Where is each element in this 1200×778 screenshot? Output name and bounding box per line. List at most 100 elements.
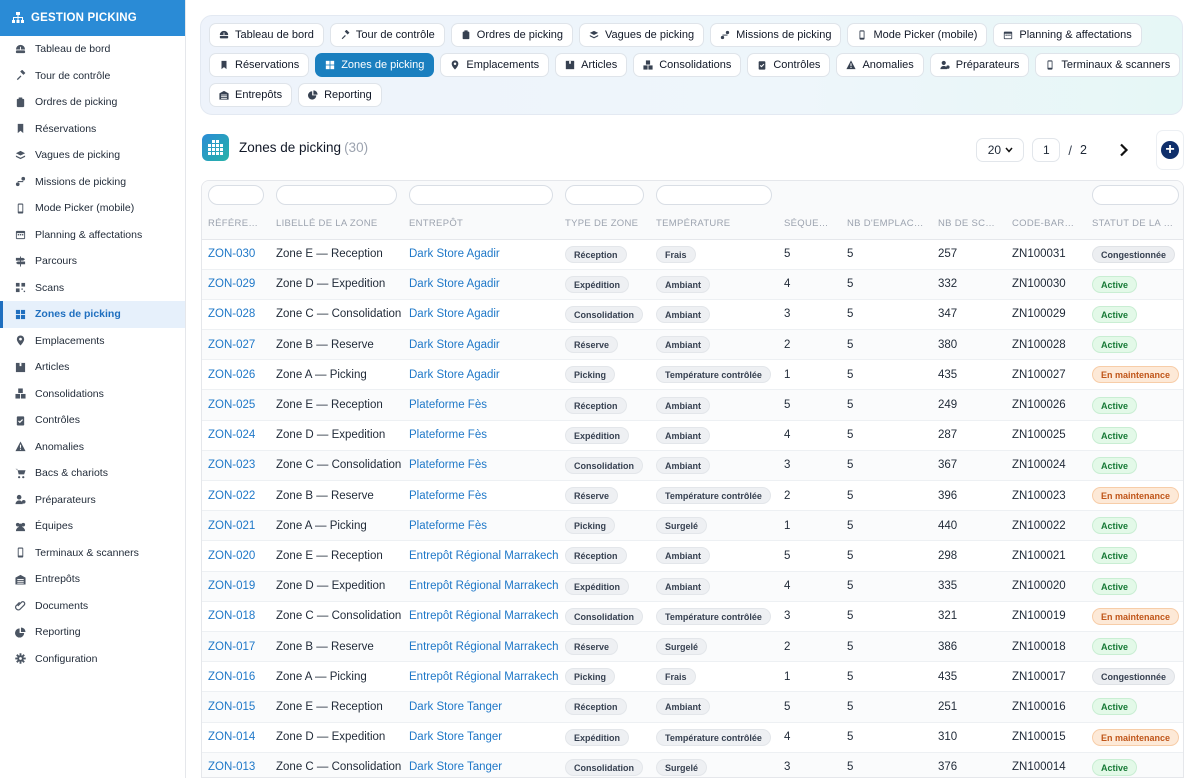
sidebar-item-anomalies[interactable]: Anomalies: [0, 434, 185, 461]
table-row[interactable]: ZON-022 Zone B — Reserve Plateforme Fès Rés…: [202, 480, 1183, 512]
reference-link[interactable]: ZON-022: [208, 490, 255, 502]
current-page-input[interactable]: 1: [1032, 138, 1061, 162]
sidebar-item-terminaux-scanners[interactable]: Terminaux & scanners: [0, 540, 185, 567]
tab-ordres-de-picking[interactable]: Ordres de picking: [450, 23, 574, 47]
tab-tableau-de-bord[interactable]: Tableau de bord: [209, 23, 324, 47]
sidebar-item-zones-de-picking[interactable]: Zones de picking: [0, 301, 185, 328]
reference-link[interactable]: ZON-021: [208, 520, 255, 532]
warehouse-link[interactable]: Entrepôt Régional Marrakech: [409, 641, 559, 653]
reference-link[interactable]: ZON-015: [208, 701, 255, 713]
table-row[interactable]: ZON-023 Zone C — Consolidation Plateforme …: [202, 450, 1183, 482]
app-brand[interactable]: GESTION PICKING: [0, 0, 185, 36]
filter-label[interactable]: [276, 185, 397, 205]
table-row[interactable]: ZON-026 Zone A — Picking Dark Store Agadir…: [202, 359, 1183, 391]
sidebar-item-vagues-de-picking[interactable]: Vagues de picking: [0, 142, 185, 169]
sidebar-item-articles[interactable]: Articles: [0, 354, 185, 381]
sidebar-item-ordres-de-picking[interactable]: Ordres de picking: [0, 89, 185, 116]
table-row[interactable]: ZON-019 Zone D — Expedition Entrepôt Régio…: [202, 571, 1183, 602]
column-header-entrepot[interactable]: Entrepôt: [403, 209, 559, 240]
tab-reporting[interactable]: Reporting: [298, 83, 382, 107]
sidebar-item-reporting[interactable]: Reporting: [0, 619, 185, 646]
warehouse-link[interactable]: Entrepôt Régional Marrakech: [409, 580, 559, 592]
reference-link[interactable]: ZON-028: [208, 308, 255, 320]
next-page-button[interactable]: [1112, 138, 1136, 162]
warehouse-link[interactable]: Dark Store Agadir: [409, 278, 500, 290]
add-button[interactable]: +: [1156, 130, 1184, 170]
tab-missions-de-picking[interactable]: Missions de picking: [710, 23, 842, 47]
warehouse-link[interactable]: Dark Store Agadir: [409, 339, 500, 351]
sidebar-item-documents[interactable]: Documents: [0, 593, 185, 620]
table-row[interactable]: ZON-024 Zone D — Expedition Plateforme Fès…: [202, 420, 1183, 451]
filter-warehouse[interactable]: [409, 185, 553, 205]
tab-controles[interactable]: Contrôles: [747, 53, 831, 77]
tab-terminaux-scanners[interactable]: Terminaux & scanners: [1035, 53, 1181, 77]
reference-link[interactable]: ZON-030: [208, 248, 255, 260]
table-row[interactable]: ZON-020 Zone E — Reception Entrepôt Région…: [202, 540, 1183, 572]
sidebar-item-equipes[interactable]: Équipes: [0, 513, 185, 540]
sidebar-item-controles[interactable]: Contrôles: [0, 407, 185, 434]
warehouse-link[interactable]: Entrepôt Régional Marrakech: [409, 671, 559, 683]
sidebar-item-consolidations[interactable]: Consolidations: [0, 381, 185, 408]
warehouse-link[interactable]: Plateforme Fès: [409, 459, 487, 471]
reference-link[interactable]: ZON-017: [208, 641, 255, 653]
filter-temperature[interactable]: [656, 185, 772, 205]
table-row[interactable]: ZON-018 Zone C — Consolidation Entrepôt Ré…: [202, 601, 1183, 632]
warehouse-link[interactable]: Dark Store Tanger: [409, 701, 502, 713]
table-row[interactable]: ZON-025 Zone E — Reception Plateforme Fès R…: [202, 389, 1183, 421]
warehouse-link[interactable]: Plateforme Fès: [409, 429, 487, 441]
filter-reference[interactable]: [208, 185, 264, 205]
reference-link[interactable]: ZON-026: [208, 369, 255, 381]
table-row[interactable]: ZON-017 Zone B — Reserve Entrepôt Régional…: [202, 631, 1183, 663]
column-header-reference[interactable]: Référence: [202, 209, 270, 240]
column-header-code-barres[interactable]: Code-barres: [1006, 209, 1086, 240]
tab-mode-picker-mobile[interactable]: Mode Picker (mobile): [847, 23, 988, 47]
filter-zone-type[interactable]: [565, 185, 644, 205]
table-row[interactable]: ZON-014 Zone D — Expedition Dark Store Tan…: [202, 722, 1183, 753]
warehouse-link[interactable]: Plateforme Fès: [409, 490, 487, 502]
column-header-type-de-zone[interactable]: Type de zone: [559, 209, 650, 240]
column-header-nb-de-scans[interactable]: Nb de scans: [932, 209, 1006, 240]
column-header-libelle-de-la-zone[interactable]: Libellé de la zone: [270, 209, 403, 240]
sidebar-item-configuration[interactable]: Configuration: [0, 646, 185, 673]
column-header-sequence[interactable]: Séquence: [778, 209, 841, 240]
table-row[interactable]: ZON-021 Zone A — Picking Plateforme Fès Pic…: [202, 510, 1183, 542]
sidebar-item-entrepots[interactable]: Entrepôts: [0, 566, 185, 593]
reference-link[interactable]: ZON-013: [208, 761, 255, 773]
warehouse-link[interactable]: Entrepôt Régional Marrakech: [409, 550, 559, 562]
table-row[interactable]: ZON-029 Zone D — Expedition Dark Store Aga…: [202, 269, 1183, 300]
warehouse-link[interactable]: Dark Store Agadir: [409, 248, 500, 260]
reference-link[interactable]: ZON-020: [208, 550, 255, 562]
filter-status[interactable]: [1092, 185, 1179, 205]
warehouse-link[interactable]: Plateforme Fès: [409, 399, 487, 411]
reference-link[interactable]: ZON-029: [208, 278, 255, 290]
reference-link[interactable]: ZON-024: [208, 429, 255, 441]
column-header-statut-de-la-zo[interactable]: Statut de la zo...: [1086, 209, 1183, 240]
table-row[interactable]: ZON-028 Zone C — Consolidation Dark Store …: [202, 299, 1183, 331]
sidebar-item-parcours[interactable]: Parcours: [0, 248, 185, 275]
sidebar-item-preparateurs[interactable]: Préparateurs: [0, 487, 185, 514]
sidebar-item-emplacements[interactable]: Emplacements: [0, 328, 185, 355]
tab-entrepots[interactable]: Entrepôts: [209, 83, 293, 107]
sidebar-item-bacs-chariots[interactable]: Bacs & chariots: [0, 460, 185, 487]
reference-link[interactable]: ZON-014: [208, 731, 255, 743]
table-row[interactable]: ZON-013 Zone C — Consolidation Dark Store …: [202, 752, 1183, 777]
tab-consolidations[interactable]: Consolidations: [633, 53, 742, 77]
reference-link[interactable]: ZON-023: [208, 459, 255, 471]
tab-planning-affectations[interactable]: Planning & affectations: [993, 23, 1142, 47]
tab-articles[interactable]: Articles: [555, 53, 628, 77]
reference-link[interactable]: ZON-025: [208, 399, 255, 411]
sidebar-item-missions-de-picking[interactable]: Missions de picking: [0, 169, 185, 196]
reference-link[interactable]: ZON-027: [208, 339, 255, 351]
column-header-temperature[interactable]: Température: [650, 209, 778, 240]
sidebar-item-tableau-de-bord[interactable]: Tableau de bord: [0, 36, 185, 63]
table-row[interactable]: ZON-030 Zone E — Reception Dark Store Agad…: [202, 239, 1183, 270]
tab-preparateurs[interactable]: Préparateurs: [929, 53, 1030, 77]
sidebar-item-scans[interactable]: Scans: [0, 275, 185, 302]
column-header-nb-d-emplace[interactable]: Nb d'emplace...: [841, 209, 932, 240]
tab-reservations[interactable]: Réservations: [209, 53, 310, 77]
warehouse-link[interactable]: Plateforme Fès: [409, 520, 487, 532]
reference-link[interactable]: ZON-016: [208, 671, 255, 683]
tab-anomalies[interactable]: Anomalies: [836, 53, 924, 77]
tab-emplacements[interactable]: Emplacements: [440, 53, 550, 77]
tab-vagues-de-picking[interactable]: Vagues de picking: [579, 23, 705, 47]
